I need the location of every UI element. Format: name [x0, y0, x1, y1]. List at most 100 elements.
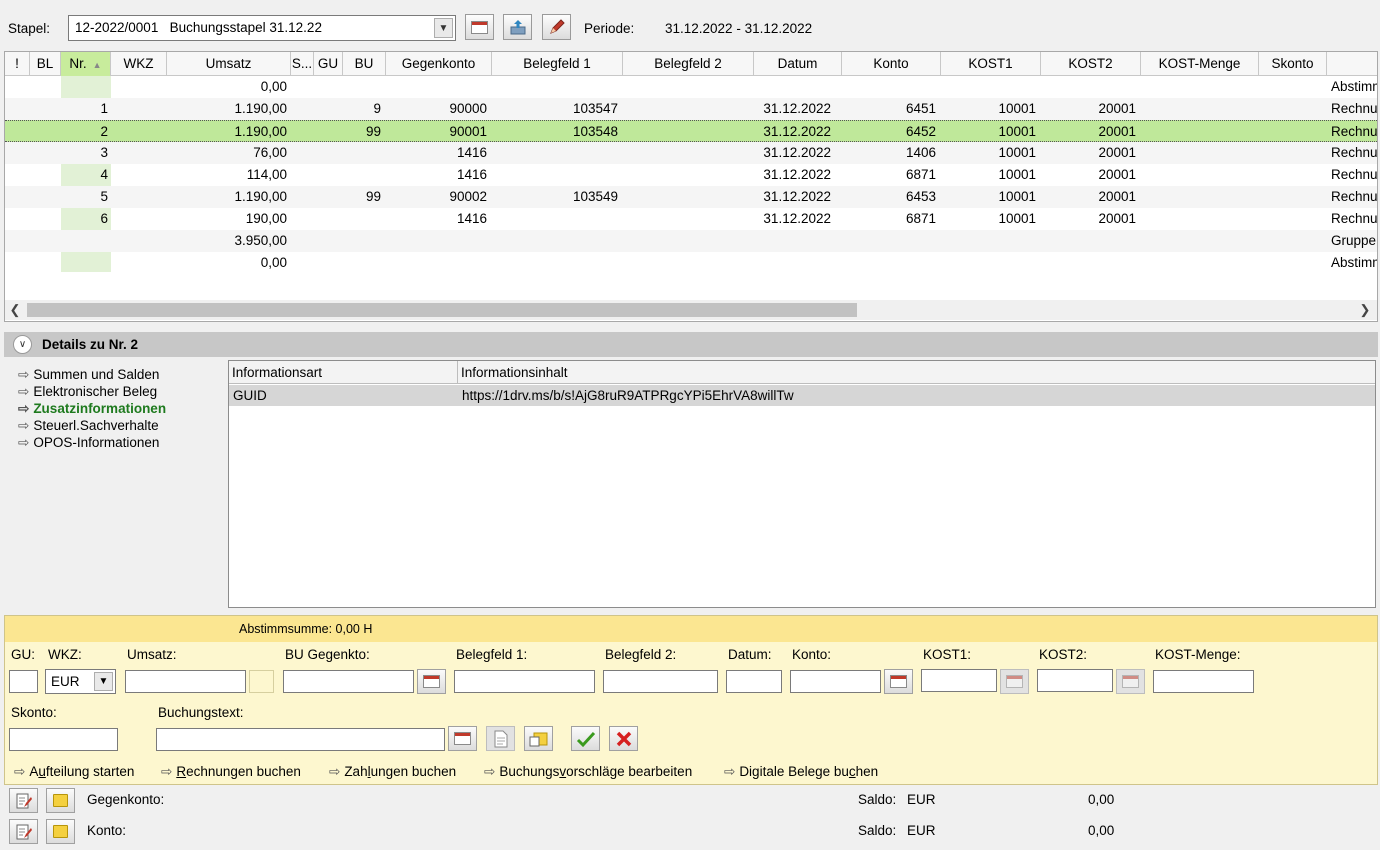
col-header-wkz[interactable]: WKZ [111, 52, 167, 76]
table-row[interactable]: 0,00 Abstimm [5, 252, 1377, 274]
bu-cell [343, 142, 381, 164]
nav-opos-informationen[interactable]: ⇨ OPOS-Informationen [18, 435, 159, 451]
col-header-belegfeld1[interactable]: Belegfeld 1 [492, 52, 623, 76]
chevron-down-icon[interactable]: ▼ [94, 672, 113, 691]
stapel-label: Stapel: [8, 21, 51, 36]
info-col-header-art[interactable]: Informationsart [229, 361, 458, 384]
umsatz-input[interactable] [125, 670, 246, 693]
bu-cell: 9 [373, 101, 381, 116]
col-header-flag[interactable]: ! [5, 52, 30, 76]
info-col-header-inhalt[interactable]: Informationsinhalt [458, 361, 1375, 384]
kost2-lookup-button[interactable] [1116, 669, 1145, 694]
chevron-down-icon[interactable]: ▼ [434, 18, 453, 38]
col-header-bl[interactable]: BL [30, 52, 61, 76]
table-row[interactable]: 3 76,00 1416 31.12.2022 1406 10001 20001 Rechnu [5, 142, 1377, 164]
scrollbar-thumb[interactable] [27, 303, 857, 317]
scroll-left-icon[interactable]: ❮ [5, 300, 25, 320]
buchungstext-lookup-button[interactable] [448, 726, 477, 751]
action-rechnungen-buchen[interactable]: ⇨ Rechnungen buchen [161, 764, 301, 780]
col-header-s[interactable]: S... [291, 52, 314, 76]
nav-zusatzinformationen[interactable]: ⇨ Zusatzinformationen [18, 401, 166, 417]
umsatz-label: Umsatz: [127, 647, 177, 662]
konto-lookup-button[interactable] [884, 669, 913, 694]
scroll-right-icon[interactable]: ❯ [1355, 300, 1375, 320]
action-zahlungen-buchen[interactable]: ⇨ Zahlungen buchen [329, 764, 456, 780]
details-header[interactable]: ∨ Details zu Nr. 2 [4, 332, 1378, 357]
bu-cell: 99 [365, 124, 381, 139]
umsatz-cell: 0,00 [260, 79, 287, 94]
gegenkonto-edit-button[interactable] [9, 788, 38, 813]
umsatz-cell: 1.190,00 [234, 189, 287, 204]
col-header-umsatz[interactable]: Umsatz [167, 52, 291, 76]
table-row[interactable]: 3.950,00 Gruppe [5, 230, 1377, 252]
kost1-lookup-button[interactable] [1000, 669, 1029, 694]
col-header-bu[interactable]: BU [343, 52, 386, 76]
konto-cell: 6453 [905, 189, 936, 204]
nav-elektronischer-beleg[interactable]: ⇨ Elektronischer Beleg [18, 384, 157, 400]
belegfeld2-input[interactable] [603, 670, 718, 693]
nav-steuerl-sachverhalte[interactable]: ⇨ Steuerl.Sachverhalte [18, 418, 159, 434]
datum-input[interactable] [726, 670, 782, 693]
table-row[interactable]: 1 1.190,00 9 90000 103547 31.12.2022 6451 10001… [5, 98, 1377, 120]
kost2-input[interactable] [1037, 669, 1113, 692]
info-table-row[interactable]: GUID https://1drv.ms/b/s!AjG8ruR9ATPRgcY… [229, 385, 1375, 406]
collapse-chevron-icon[interactable]: ∨ [13, 335, 32, 354]
action-aufteilung-starten[interactable]: ⇨ Aufteilung starten [14, 764, 134, 780]
datum-cell [754, 76, 831, 98]
belegfeld1-input[interactable] [454, 670, 595, 693]
datum-label: Datum: [728, 647, 772, 662]
confirm-button[interactable] [571, 726, 600, 751]
booking-grid[interactable]: ! BL Nr. ▲ WKZ Umsatz S... GU BU Gegenkon… [4, 51, 1378, 322]
konto-note-button[interactable] [46, 819, 75, 844]
horizontal-scrollbar[interactable]: ❮ ❯ [5, 300, 1377, 320]
col-header-belegfeld2[interactable]: Belegfeld 2 [623, 52, 754, 76]
gegenkto-lookup-button[interactable] [417, 669, 446, 694]
table-row[interactable]: 5 1.190,00 99 90002 103549 31.12.2022 6453 1000… [5, 186, 1377, 208]
konto-edit-button[interactable] [9, 819, 38, 844]
col-header-gegenkonto[interactable]: Gegenkonto [386, 52, 492, 76]
konto-input[interactable] [790, 670, 881, 693]
calendar-icon [890, 675, 907, 688]
note-attach-button[interactable] [524, 726, 553, 751]
bu-gegenkto-input[interactable] [283, 670, 414, 693]
nav-summen-und-salden[interactable]: ⇨ Summen und Salden [18, 367, 159, 383]
kost-menge-label: KOST-Menge: [1155, 647, 1241, 662]
info-table[interactable]: Informationsart Informationsinhalt GUID … [228, 360, 1376, 608]
col-header-kost1[interactable]: KOST1 [941, 52, 1041, 76]
action-digitale-belege-buchen[interactable]: ⇨ Digitale Belege buchen [724, 764, 878, 780]
calendar-button[interactable] [465, 14, 494, 40]
table-row[interactable]: 6 190,00 1416 31.12.2022 6871 10001 20001 Rechn… [5, 208, 1377, 230]
action-buchungsvorschlaege-bearbeiten[interactable]: ⇨ Buchungsvorschläge bearbeiten [484, 764, 692, 780]
table-row[interactable]: 4 114,00 1416 31.12.2022 6871 10001 20001 Rechn… [5, 164, 1377, 186]
col-header-nr[interactable]: Nr. ▲ [61, 52, 111, 76]
col-header-skonto[interactable]: Skonto [1259, 52, 1327, 76]
buchungstext-input[interactable] [156, 728, 445, 751]
table-row[interactable]: 0,00 Abstimm [5, 76, 1377, 98]
arrow-right-icon: ⇨ [14, 764, 26, 779]
export-button[interactable] [503, 14, 532, 40]
col-header-kost2[interactable]: KOST2 [1041, 52, 1141, 76]
cancel-button[interactable] [609, 726, 638, 751]
gegenkonto-note-button[interactable] [46, 788, 75, 813]
col-header-konto[interactable]: Konto [842, 52, 941, 76]
col-header-kost-menge[interactable]: KOST-Menge [1141, 52, 1259, 76]
kost-menge-input[interactable] [1153, 670, 1254, 693]
umsatz-cell: 3.950,00 [234, 233, 287, 248]
kost2-cell [1041, 230, 1136, 252]
gu-input[interactable] [9, 670, 38, 693]
col-header-datum[interactable]: Datum [754, 52, 842, 76]
kost1-input[interactable] [921, 669, 997, 692]
table-row[interactable]: 2 1.190,00 99 90001 103548 31.12.2022 6452 1000… [5, 120, 1377, 142]
edit-button[interactable] [542, 14, 571, 40]
stapel-select[interactable]: 12-2022/0001 Buchungsstapel 31.12.22 ▼ [68, 15, 456, 41]
bu-cell: 99 [365, 189, 381, 204]
col-header-gu[interactable]: GU [314, 52, 343, 76]
calendar-icon [454, 732, 471, 745]
wkz-select[interactable]: EUR ▼ [45, 669, 116, 694]
grid-header: ! BL Nr. ▲ WKZ Umsatz S... GU BU Gegenkon… [5, 52, 1377, 76]
bu-cell [343, 230, 381, 252]
arrow-right-icon: ⇨ [724, 764, 736, 779]
soll-haben-indicator[interactable] [249, 670, 274, 693]
skonto-input[interactable] [9, 728, 118, 751]
document-button[interactable] [486, 726, 515, 751]
